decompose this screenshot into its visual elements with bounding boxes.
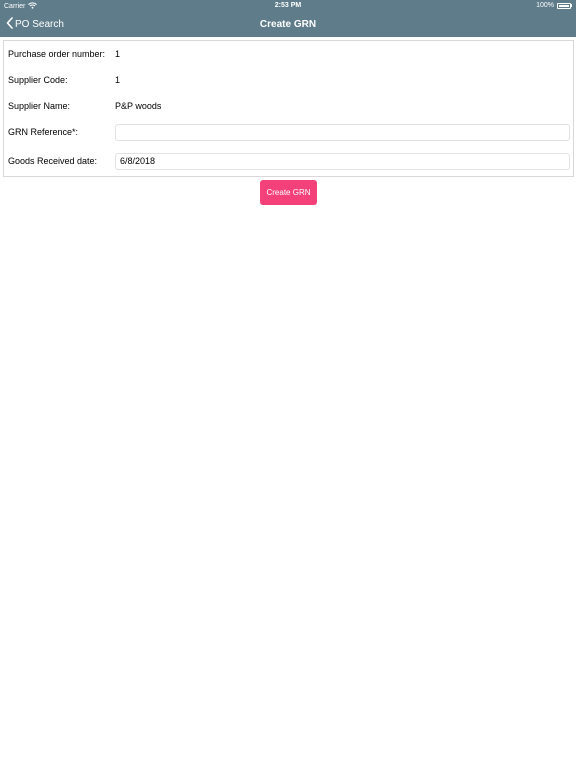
supplier-name-row: Supplier Name: P&P woods xyxy=(8,96,570,116)
top-bar: Carrier 2:53 PM 100% PO Search Create GR… xyxy=(0,0,576,37)
navigation-bar: PO Search Create GRN xyxy=(0,12,576,37)
goods-received-row: Goods Received date: xyxy=(8,151,570,171)
battery-percent: 100% xyxy=(536,2,554,9)
grn-reference-label: GRN Reference*: xyxy=(8,127,79,137)
battery-icon xyxy=(557,2,572,9)
create-grn-button[interactable]: Create GRN xyxy=(260,180,317,205)
status-time: 2:53 PM xyxy=(274,2,302,9)
goods-received-label: Goods Received date: xyxy=(8,156,98,166)
supplier-code-row: Supplier Code: 1 xyxy=(8,70,570,90)
grn-form: Purchase order number: 1 Supplier Code: … xyxy=(3,40,574,177)
goods-received-date-input[interactable] xyxy=(115,152,570,170)
grn-reference-row: GRN Reference*: xyxy=(8,122,570,142)
grn-reference-input[interactable] xyxy=(115,123,570,141)
po-number-value: 1 xyxy=(115,49,121,59)
supplier-code-value: 1 xyxy=(115,75,121,85)
po-number-label: Purchase order number: xyxy=(8,49,106,59)
status-bar: Carrier 2:53 PM 100% xyxy=(0,0,576,12)
po-number-row: Purchase order number: 1 xyxy=(8,44,570,64)
battery-status: 100% xyxy=(536,2,572,9)
supplier-name-value: P&P woods xyxy=(115,101,162,111)
supplier-name-label: Supplier Name: xyxy=(8,101,71,111)
page-title: Create GRN xyxy=(259,19,317,30)
supplier-code-label: Supplier Code: xyxy=(8,75,68,85)
